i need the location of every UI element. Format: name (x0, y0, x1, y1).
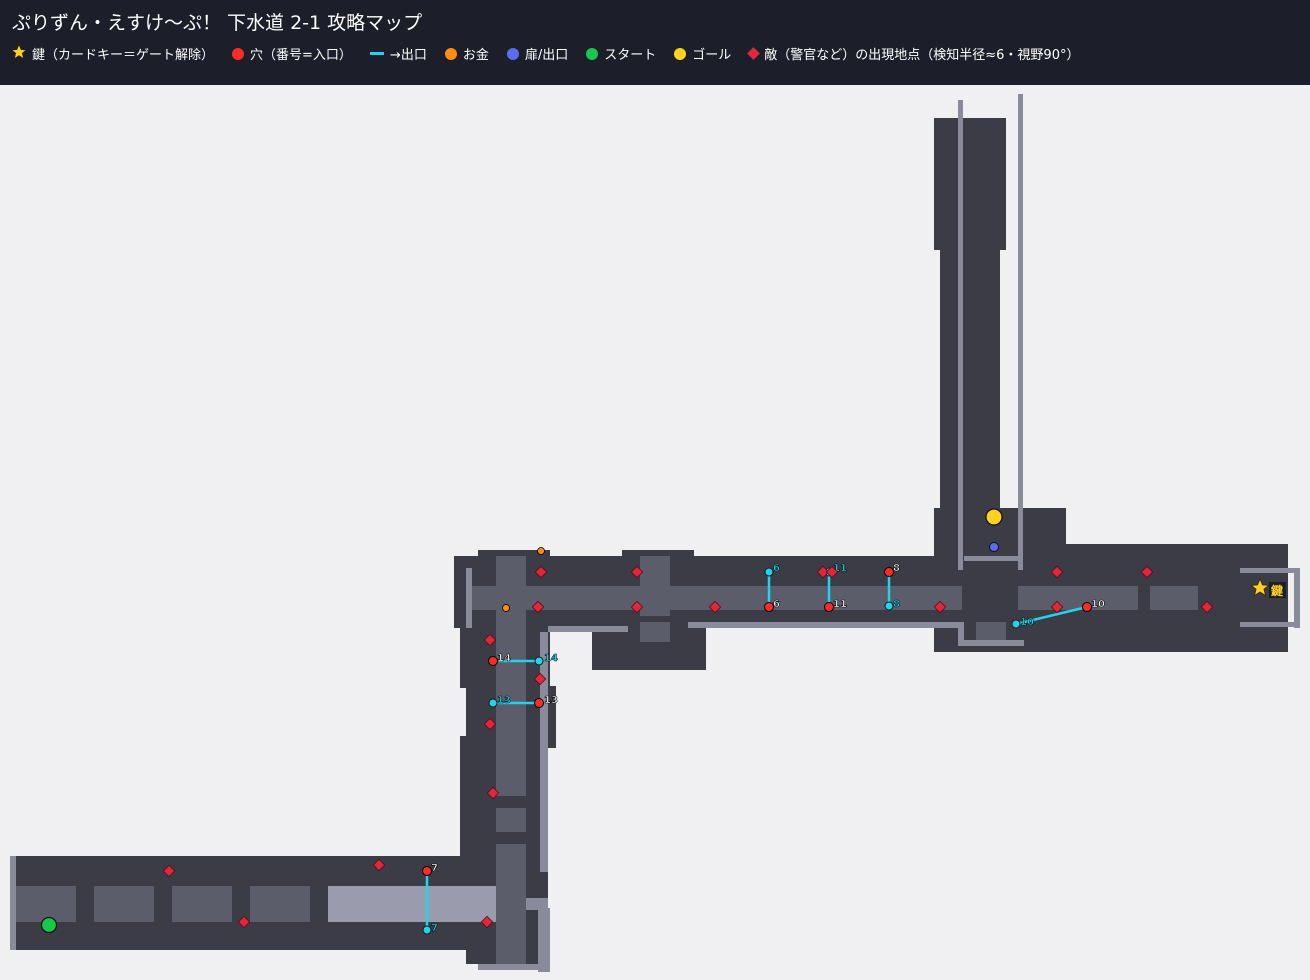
hole-number: 8 (893, 563, 900, 574)
legend-item-money: お金 (444, 44, 489, 63)
door-marker (989, 542, 999, 552)
legend-item-goal: ゴール (674, 44, 731, 63)
start-marker (40, 916, 58, 934)
legend-item-start: スタート (586, 44, 656, 63)
orange-dot-icon (444, 47, 457, 60)
page-title: ぷりずん・えすけ～ぷ！ 下水道 2-1 攻略マップ (12, 12, 423, 34)
key-label: 鍵 (1271, 583, 1283, 598)
red-dot-icon (232, 47, 245, 60)
legend-item-door: 扉/出口 (506, 44, 569, 63)
exit-number: 7 (431, 923, 438, 934)
yellow-dot-icon (674, 47, 687, 60)
legend-item-hole: 穴（番号=入口） (232, 44, 352, 63)
hole-number: 6 (773, 599, 780, 610)
header-bar: ぷりずん・えすけ～ぷ！ 下水道 2-1 攻略マップ 鍵（カードキー＝ゲート解除）… (0, 0, 1310, 85)
cyan-dash-icon (369, 52, 384, 55)
legend-label-start: スタート (604, 48, 657, 63)
hole-number: 10 (1091, 599, 1105, 610)
legend: 鍵（カードキー＝ゲート解除） 穴（番号=入口） →出口 お金 扉/出口 スタート… (12, 44, 1097, 63)
legend-item-exit: →出口 (369, 44, 427, 63)
exit-number: 14 (544, 653, 558, 664)
red-diamond-icon (747, 47, 761, 60)
legend-label-money: お金 (462, 48, 489, 63)
legend-item-enemy: 敵（警官など）の出現地点（検知半径≈6・視野90°） (747, 44, 1080, 63)
exit-number: 8 (893, 599, 900, 610)
legend-label-hole: 穴（番号=入口） (250, 48, 352, 63)
sewer-map: 6 11 8 10 14 13 7 6 11 8 10 14 13 7 鍵 (10, 94, 1300, 972)
hole-number: 11 (833, 599, 847, 610)
legend-label-door: 扉/出口 (524, 48, 569, 63)
exit-number: 10 (1020, 617, 1034, 628)
tunnel-edges (10, 94, 1300, 972)
money-marker (502, 604, 510, 612)
blue-dot-icon (506, 47, 519, 60)
star-icon (12, 45, 26, 63)
legend-item-key: 鍵（カードキー＝ゲート解除） (12, 44, 214, 63)
exit-number: 13 (497, 695, 511, 706)
money-marker (537, 547, 545, 555)
green-dot-icon (586, 47, 599, 60)
hole-number: 14 (497, 653, 511, 664)
legend-label-goal: ゴール (692, 48, 732, 63)
hole-number: 7 (431, 863, 438, 874)
hole-number: 13 (544, 695, 558, 706)
exit-number: 6 (773, 563, 780, 574)
legend-label-enemy: 敵（警官など）の出現地点（検知半径≈6・視野90°） (764, 48, 1080, 63)
goal-marker (985, 508, 1003, 526)
legend-label-exit: →出口 (389, 48, 427, 63)
legend-label-key: 鍵（カードキー＝ゲート解除） (32, 48, 215, 63)
lit-floor-strip (328, 886, 496, 922)
tunnel-walls (10, 118, 1288, 964)
